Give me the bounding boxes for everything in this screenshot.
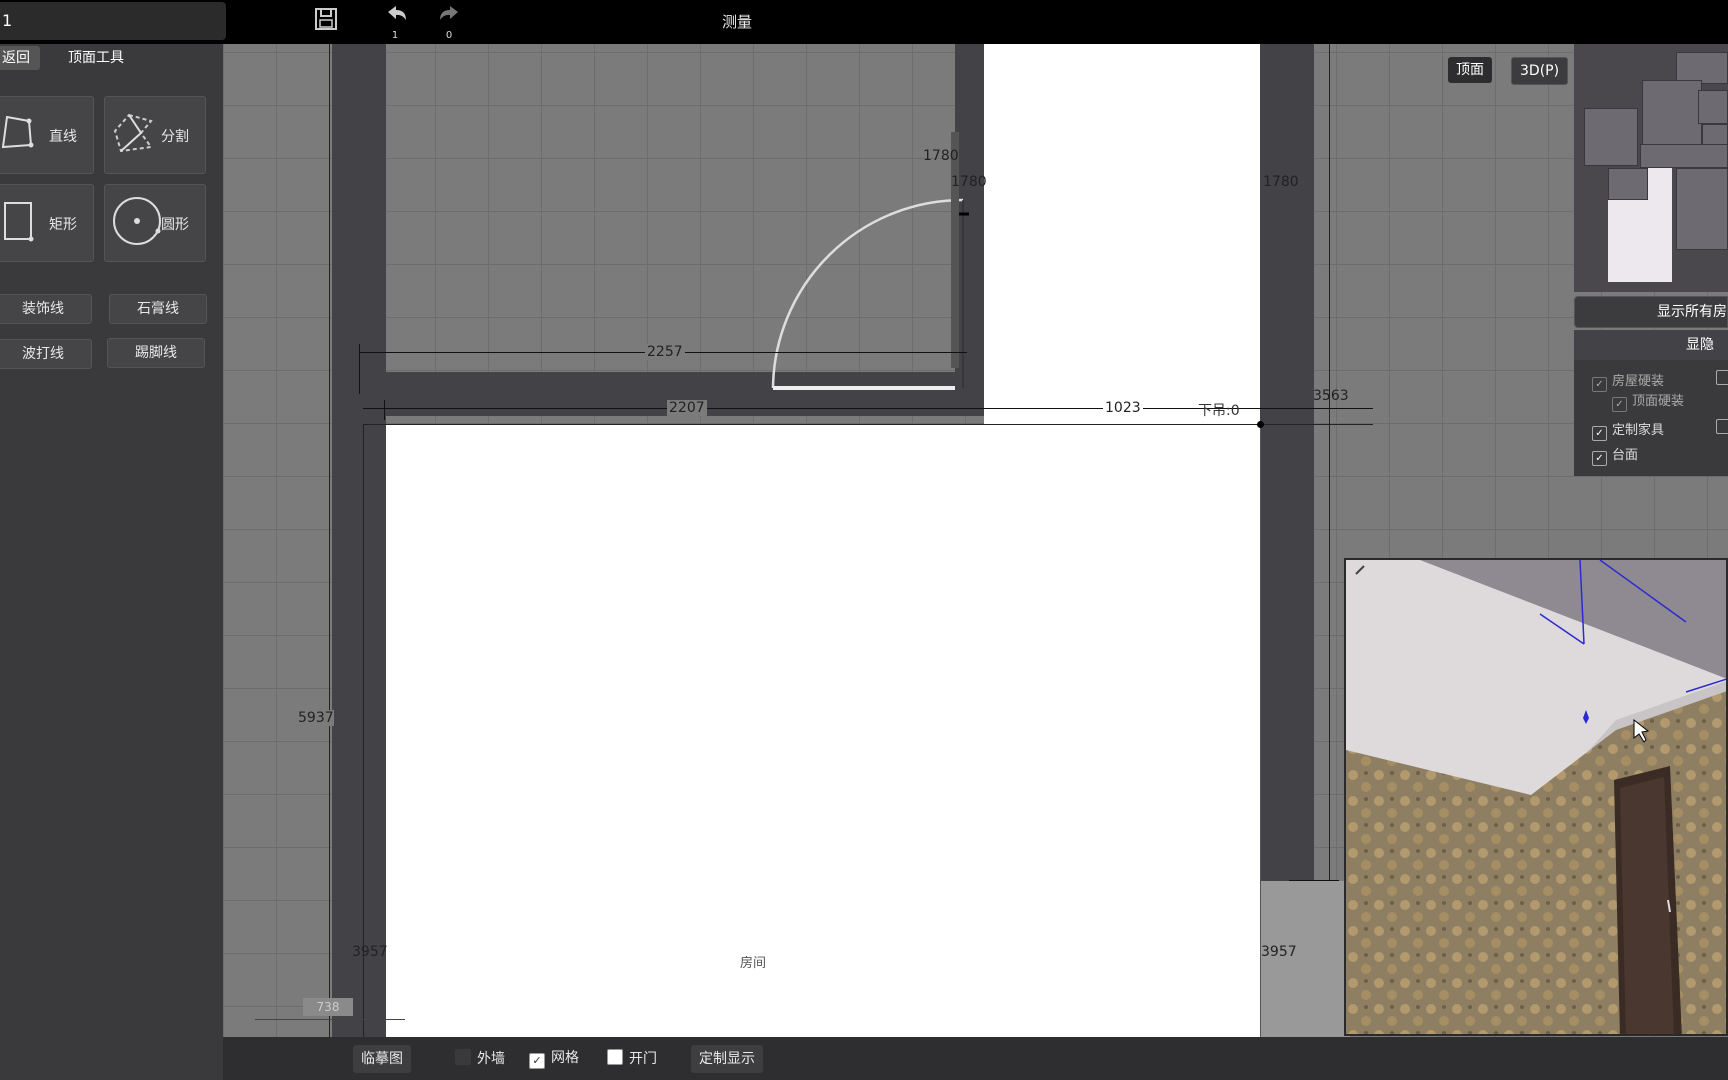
dim-tick: [1289, 880, 1339, 881]
vis-label: 顶面硬装: [1632, 394, 1685, 409]
ceiling-drop-label: 下吊:0: [1198, 403, 1240, 419]
checkbox-icon: [455, 1049, 471, 1065]
polyline-icon: [1, 115, 34, 149]
vis-house-hard[interactable]: ✓ 房屋硬装: [1592, 370, 1664, 392]
dim-label: 2207: [667, 400, 707, 416]
custom-display-button[interactable]: 定制显示: [691, 1045, 763, 1073]
dim-line-base: [363, 424, 1373, 425]
vis-ceiling-hard[interactable]: ✓ 顶面硬装: [1612, 390, 1684, 412]
tool-line[interactable]: 直线: [0, 96, 94, 174]
vis-label: 台面: [1612, 448, 1639, 463]
dim-line-3563: [1329, 44, 1330, 881]
top-toolbar: [0, 0, 1728, 44]
dim-tick: [384, 400, 385, 420]
redo-count: 0: [445, 30, 453, 41]
view-top-button[interactable]: 顶面: [1448, 57, 1492, 83]
undo-count: 1: [391, 30, 399, 41]
bottom-toolbar: 临摹图 外墙 ✓ 网格 开门 定制显示: [223, 1037, 1728, 1080]
rectangle-icon: [4, 202, 34, 242]
dim-point: [1257, 421, 1264, 428]
dim-line-5937: [329, 44, 330, 1037]
tab-ceiling-tools[interactable]: 顶面工具: [68, 46, 124, 70]
dim-label: 1780: [923, 148, 959, 164]
visibility-panel: 显隐 ✓ 房屋硬装 ✓ 顶面硬装 ✓ 定制家具 ✓ 台面: [1574, 330, 1728, 476]
grid-toggle[interactable]: ✓ 网格: [529, 1049, 579, 1069]
3d-preview-window[interactable]: [1344, 558, 1728, 1036]
redo-button[interactable]: 0: [436, 4, 466, 41]
minimap[interactable]: [1574, 44, 1728, 292]
checkbox-icon: [607, 1049, 623, 1065]
page-title: 测量: [722, 13, 753, 31]
redo-icon: [440, 6, 458, 20]
decor-line-button[interactable]: 装饰线: [0, 294, 92, 324]
grid-label: 网格: [551, 1050, 579, 1066]
tool-circle[interactable]: 圆形: [104, 184, 206, 262]
tool-circle-label: 圆形: [161, 217, 189, 233]
dim-label: 1780: [1263, 174, 1299, 190]
scale-label: 738: [303, 998, 353, 1016]
room-upper-right[interactable]: [984, 44, 1260, 424]
wall-right[interactable]: [1260, 44, 1314, 881]
tool-line-label: 直线: [49, 129, 77, 145]
view-3d-button[interactable]: 3D(P): [1511, 57, 1569, 85]
tab-back[interactable]: 返回: [0, 46, 40, 70]
undo-icon: [388, 6, 406, 20]
dim-label: 5937: [298, 710, 334, 726]
open-door-toggle[interactable]: 开门: [607, 1049, 657, 1068]
vis-countertop[interactable]: ✓ 台面: [1592, 444, 1638, 466]
trace-image-button[interactable]: 临摹图: [353, 1045, 411, 1073]
tool-rectangle[interactable]: 矩形: [0, 184, 94, 262]
visibility-title: 显隐: [1574, 330, 1728, 360]
checkbox-icon[interactable]: [1716, 370, 1728, 385]
3d-room-render: [1346, 560, 1726, 1034]
checkbox-icon: ✓: [1592, 377, 1607, 392]
tool-split-label: 分割: [161, 129, 189, 145]
dim-label: 3563: [1313, 388, 1349, 404]
room-label: 房间: [740, 956, 767, 971]
tool-split[interactable]: 分割: [104, 96, 206, 174]
wall-left[interactable]: [332, 44, 386, 1037]
scale-bar: [255, 1019, 405, 1020]
checkbox-icon: ✓: [1592, 451, 1607, 466]
border-line-button[interactable]: 波打线: [0, 339, 92, 369]
split-icon: [113, 113, 153, 153]
tool-rectangle-label: 矩形: [49, 217, 77, 233]
project-name-field[interactable]: 1: [0, 2, 226, 40]
dim-label: 3957: [352, 944, 388, 960]
outer-wall-toggle[interactable]: 外墙: [455, 1049, 505, 1068]
left-tool-panel: 返回 顶面工具 直线 分割 矩形 圆形 装饰线 石膏线 波打线 踢脚线: [0, 44, 223, 1080]
checkbox-icon[interactable]: [1716, 419, 1728, 434]
show-all-rooms-button[interactable]: 显示所有房: [1574, 296, 1728, 328]
circle-icon: [113, 197, 161, 245]
vis-custom-furniture[interactable]: ✓ 定制家具: [1592, 419, 1664, 441]
door-frame: [951, 132, 959, 368]
outer-wall-label: 外墙: [477, 1051, 505, 1067]
checkbox-icon: ✓: [1612, 397, 1627, 412]
skirting-line-button[interactable]: 踢脚线: [107, 338, 205, 368]
vis-label: 房屋硬装: [1612, 374, 1665, 389]
checkbox-icon: ✓: [1592, 426, 1607, 441]
dim-tick: [359, 344, 360, 394]
dim-label: 1780: [951, 174, 987, 190]
open-door-label: 开门: [629, 1051, 657, 1067]
plaster-line-button[interactable]: 石膏线: [109, 294, 207, 324]
show-all-rooms-label: 显示所有房: [1657, 304, 1727, 320]
vis-label: 定制家具: [1612, 423, 1665, 438]
dim-label: 1023: [1103, 400, 1143, 416]
dim-label: 2257: [645, 344, 685, 360]
room-main[interactable]: [386, 424, 1260, 1037]
dim-label: 3957: [1261, 944, 1297, 960]
save-icon[interactable]: [311, 6, 341, 36]
undo-button[interactable]: 1: [380, 4, 410, 41]
checkbox-checked-icon: ✓: [529, 1053, 545, 1069]
